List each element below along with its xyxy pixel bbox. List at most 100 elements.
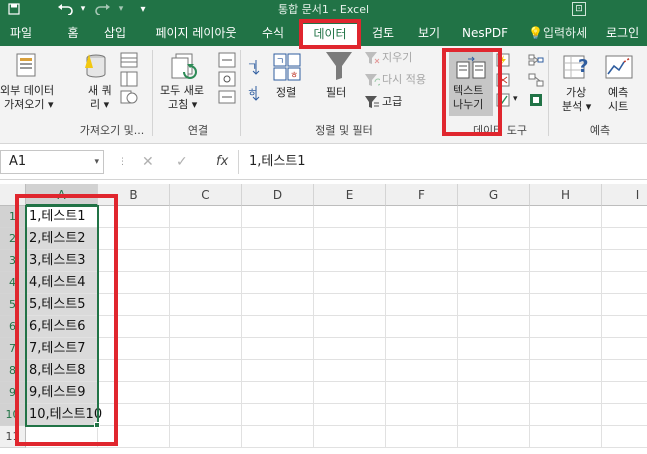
reapply-label[interactable]: 다시 적용 xyxy=(382,73,426,87)
forecast-sheet-label-2[interactable]: 시트 xyxy=(608,100,628,114)
advanced-filter-label[interactable]: 고급 xyxy=(382,95,402,109)
tab-nespdf[interactable]: NesPDF xyxy=(456,23,514,43)
cell-i5[interactable] xyxy=(602,294,647,316)
new-query-icon[interactable] xyxy=(82,52,110,86)
cell-h6[interactable] xyxy=(530,316,602,338)
cell-i7[interactable] xyxy=(602,338,647,360)
cell-b2[interactable] xyxy=(98,228,170,250)
cell-g10[interactable] xyxy=(458,404,530,426)
row-header-5[interactable]: 5 xyxy=(0,294,26,316)
consolidate-icon[interactable] xyxy=(528,52,544,71)
cell-b10[interactable] xyxy=(98,404,170,426)
cell-e5[interactable] xyxy=(314,294,386,316)
cell-e2[interactable] xyxy=(314,228,386,250)
advanced-filter-icon[interactable] xyxy=(364,94,380,113)
row-header-3[interactable]: 3 xyxy=(0,250,26,272)
remove-duplicates-icon[interactable] xyxy=(496,72,510,91)
sort-ascending-icon[interactable]: ㄱ xyxy=(246,58,260,80)
cell-d9[interactable] xyxy=(242,382,314,404)
show-queries-icon[interactable] xyxy=(120,52,138,110)
cell-c3[interactable] xyxy=(170,250,242,272)
cell-a9[interactable]: 9,테스트9 xyxy=(26,382,98,404)
cell-b9[interactable] xyxy=(98,382,170,404)
tell-me-search[interactable]: 💡입력하세 xyxy=(528,23,587,43)
refresh-all-label-2[interactable]: 고침 ▾ xyxy=(168,98,197,112)
ribbon-display-options-icon[interactable]: ⊡ xyxy=(572,2,586,16)
enter-icon[interactable]: ✓ xyxy=(176,150,188,174)
column-header-d[interactable]: D xyxy=(242,184,314,206)
cell-g8[interactable] xyxy=(458,360,530,382)
row-header-11[interactable]: 11 xyxy=(0,426,26,448)
cell-d3[interactable] xyxy=(242,250,314,272)
cell-b8[interactable] xyxy=(98,360,170,382)
fill-handle[interactable] xyxy=(94,422,100,428)
cell-a2[interactable]: 2,테스트2 xyxy=(26,228,98,250)
cell-f2[interactable] xyxy=(386,228,458,250)
cell-h2[interactable] xyxy=(530,228,602,250)
cell-i2[interactable] xyxy=(602,228,647,250)
insert-function-icon[interactable]: fx xyxy=(216,150,228,174)
get-external-data-label-2[interactable]: 가져오기 ▾ xyxy=(4,98,54,112)
cell-d10[interactable] xyxy=(242,404,314,426)
column-header-b[interactable]: B xyxy=(98,184,170,206)
cell-g1[interactable] xyxy=(458,206,530,228)
sort-label[interactable]: 정렬 xyxy=(276,86,296,100)
get-external-data-icon[interactable] xyxy=(14,52,40,84)
what-if-analysis-label[interactable]: 가상 xyxy=(566,86,586,100)
cell-a10[interactable]: 10,테스트10 xyxy=(26,404,102,426)
column-header-f[interactable]: F xyxy=(386,184,458,206)
manage-data-model-icon[interactable] xyxy=(528,92,544,111)
cell-a1[interactable]: 1,테스트1 xyxy=(26,206,98,228)
cell-i6[interactable] xyxy=(602,316,647,338)
cell-b1[interactable] xyxy=(98,206,170,228)
what-if-analysis-label-2[interactable]: 분석 ▾ xyxy=(562,100,591,114)
tab-formulas[interactable]: 수식 xyxy=(256,23,290,43)
cell-g5[interactable] xyxy=(458,294,530,316)
relationships-icon[interactable] xyxy=(528,72,544,91)
column-header-g[interactable]: G xyxy=(458,184,530,206)
cell-g7[interactable] xyxy=(458,338,530,360)
row-header-4[interactable]: 4 xyxy=(0,272,26,294)
cell-e3[interactable] xyxy=(314,250,386,272)
tab-data[interactable]: 데이터 xyxy=(303,24,357,46)
cell-h1[interactable] xyxy=(530,206,602,228)
cell-g6[interactable] xyxy=(458,316,530,338)
cell-f1[interactable] xyxy=(386,206,458,228)
cell-f8[interactable] xyxy=(386,360,458,382)
cell-g3[interactable] xyxy=(458,250,530,272)
cell-e1[interactable] xyxy=(314,206,386,228)
tab-insert[interactable]: 삽입 xyxy=(98,23,132,43)
cell-c10[interactable] xyxy=(170,404,242,426)
row-header-7[interactable]: 7 xyxy=(0,338,26,360)
row-header-10[interactable]: 10 xyxy=(0,404,26,426)
cell-b5[interactable] xyxy=(98,294,170,316)
row-header-1[interactable]: 1 xyxy=(0,206,26,228)
cell-g9[interactable] xyxy=(458,382,530,404)
cell-d5[interactable] xyxy=(242,294,314,316)
cell-d2[interactable] xyxy=(242,228,314,250)
sort-descending-icon[interactable]: ㅎ xyxy=(246,84,260,106)
cell-c9[interactable] xyxy=(170,382,242,404)
cell-f9[interactable] xyxy=(386,382,458,404)
new-query-label[interactable]: 새 쿼 xyxy=(88,84,112,98)
forecast-sheet-label[interactable]: 예측 xyxy=(608,86,628,100)
cell-d4[interactable] xyxy=(242,272,314,294)
cell-e9[interactable] xyxy=(314,382,386,404)
tab-view[interactable]: 보기 xyxy=(412,23,446,43)
cell-a8[interactable]: 8,테스트8 xyxy=(26,360,98,382)
cell-c8[interactable] xyxy=(170,360,242,382)
cell-h9[interactable] xyxy=(530,382,602,404)
cell-h7[interactable] xyxy=(530,338,602,360)
cell-a5[interactable]: 5,테스트5 xyxy=(26,294,98,316)
row-header-8[interactable]: 8 xyxy=(0,360,26,382)
refresh-all-icon[interactable] xyxy=(170,52,200,86)
cell-h10[interactable] xyxy=(530,404,602,426)
cell-f5[interactable] xyxy=(386,294,458,316)
what-if-analysis-icon[interactable]: ? xyxy=(562,52,592,86)
cell-h4[interactable] xyxy=(530,272,602,294)
cell-i4[interactable] xyxy=(602,272,647,294)
cell-f4[interactable] xyxy=(386,272,458,294)
cell-g2[interactable] xyxy=(458,228,530,250)
filter-label[interactable]: 필터 xyxy=(326,86,346,100)
cancel-icon[interactable]: ✕ xyxy=(142,150,154,174)
